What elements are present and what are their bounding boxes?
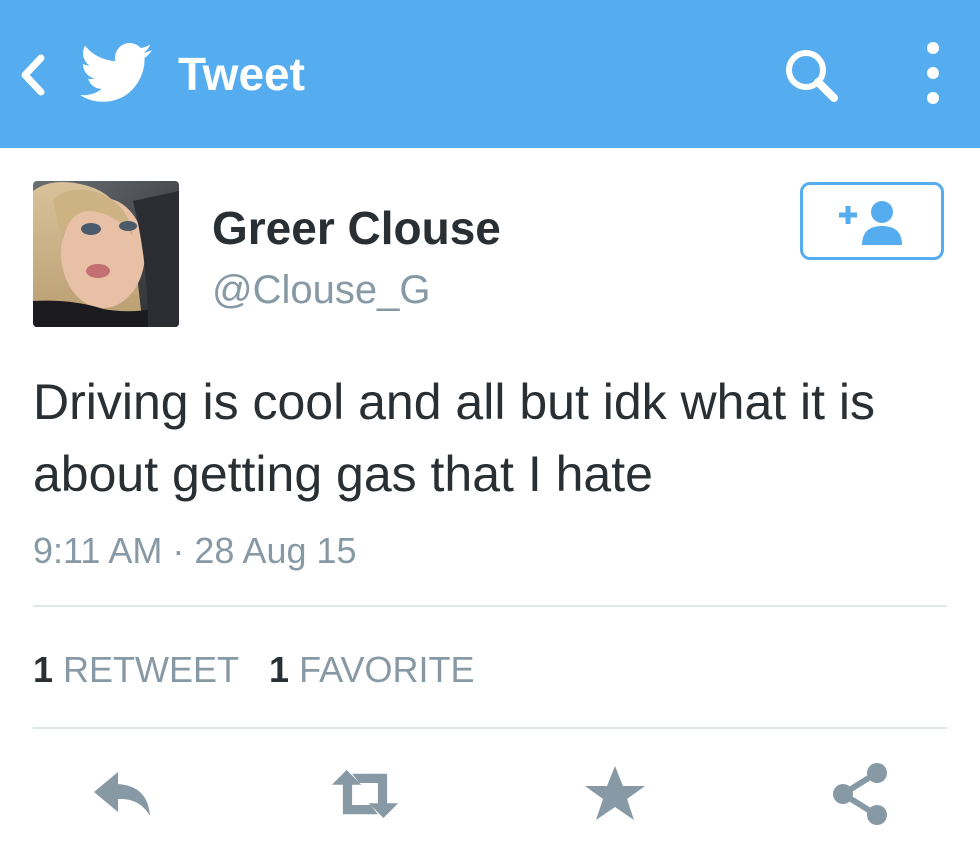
favorite-count-value: 1 (269, 649, 290, 690)
twitter-bird-icon (80, 43, 152, 102)
follow-button[interactable] (800, 182, 944, 260)
tweet-text: Driving is cool and all but idk what it … (33, 374, 876, 502)
favorite-count[interactable]: 1 FAVORITE (269, 646, 474, 694)
chevron-left-icon[interactable] (14, 50, 50, 100)
share-icon[interactable] (826, 762, 896, 826)
retweet-icon[interactable] (330, 762, 400, 826)
page-title: Tweet (178, 48, 305, 100)
search-icon[interactable] (780, 44, 844, 108)
retweet-count-value: 1 (33, 649, 54, 690)
user-name[interactable]: Greer Clouse (212, 198, 501, 258)
app-header: Tweet (0, 0, 980, 148)
divider (33, 605, 947, 607)
tweet-stats: 1 RETWEET 1 FAVORITE (33, 646, 474, 694)
tweet-timestamp: 9:11 AM · 28 Aug 15 (33, 530, 357, 571)
add-user-icon (839, 201, 902, 245)
more-vertical-icon[interactable] (920, 40, 946, 106)
divider (33, 727, 947, 729)
avatar[interactable] (33, 181, 179, 327)
reply-icon[interactable] (90, 762, 160, 826)
user-handle[interactable]: @Clouse_G (212, 262, 430, 318)
avatar-photo (33, 181, 179, 327)
favorite-label: FAVORITE (299, 649, 475, 690)
retweet-count[interactable]: 1 RETWEET (33, 646, 239, 694)
favorite-star-icon[interactable] (580, 762, 650, 826)
retweet-label: RETWEET (63, 649, 240, 690)
